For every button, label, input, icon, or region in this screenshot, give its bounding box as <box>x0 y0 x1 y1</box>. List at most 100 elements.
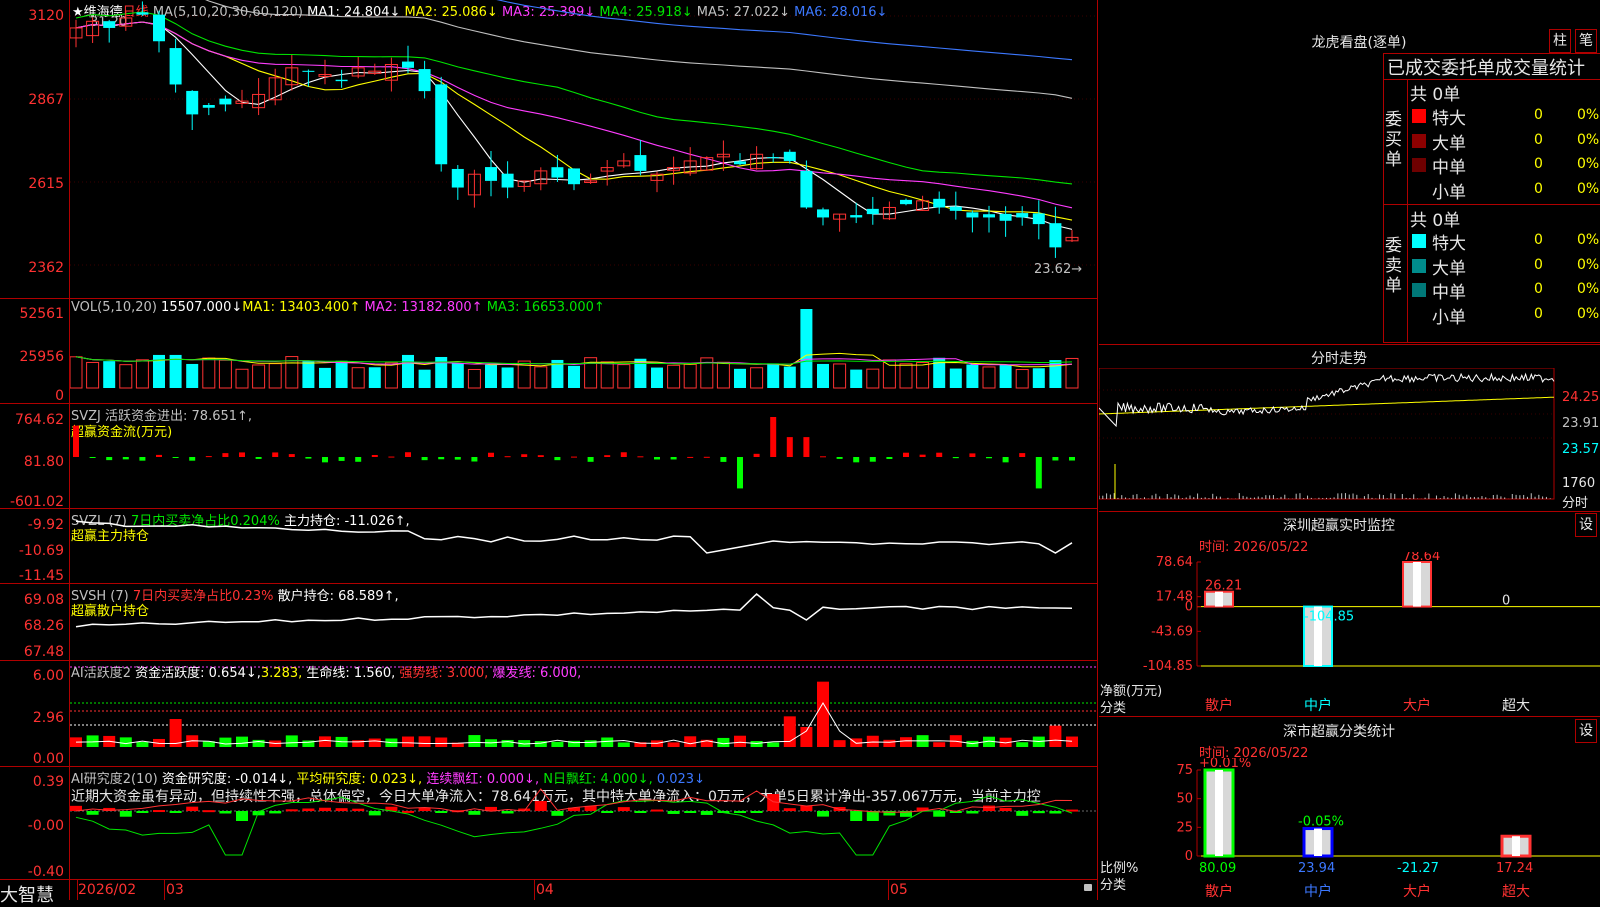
classify-bar-highlight <box>1215 770 1223 856</box>
activity-bar <box>501 739 514 747</box>
sz-monitor-bar-chart[interactable]: 78.6417.480-43.69-104.8526.21-104.8578.6… <box>1099 552 1600 714</box>
candle-down <box>999 213 1012 221</box>
sz-classify-bar-chart[interactable]: 75 50 25 0 80.09 +0.01% 23.94 -0.05% -21.27 17.24… <box>1099 758 1600 900</box>
fund-flow-bar <box>770 417 777 457</box>
ai-active-axis-label: 0.00 <box>32 751 64 767</box>
activity-bar <box>601 737 614 747</box>
sz-monitor-title: 深圳超赢实时监控 <box>1283 518 1395 534</box>
fund-flow-bar <box>571 456 577 458</box>
order-color-swatch <box>1412 133 1426 148</box>
candle-down <box>1049 223 1062 248</box>
fund-flow-bar <box>73 425 79 457</box>
research-bar <box>285 809 298 812</box>
fund-flow-bar <box>438 457 445 460</box>
ai-active-axis-label: 6.00 <box>32 668 64 684</box>
volume-bar <box>916 361 930 389</box>
intraday-chart[interactable] <box>1099 368 1559 510</box>
fund-flow-bar <box>869 457 876 462</box>
research-bar <box>219 811 232 814</box>
candle-down <box>551 167 564 178</box>
fund-flow-bar <box>587 457 594 462</box>
ai-research-axis-label: 0.39 <box>32 774 64 790</box>
right-panel: 龙虎看盘(逐单) 柱 笔 已成交委托单成交量统计 委买单 共 0单 委卖单 共 … <box>1099 0 1600 900</box>
volume-bar <box>402 354 414 388</box>
fund-flow-bar <box>537 455 544 457</box>
main-chart-area[interactable]: ★维海德日线 MA(5,10,20,30,60,120) MA1: 24.804… <box>0 0 1098 906</box>
svzj-axis-label: -601.02 <box>9 494 64 510</box>
research-bar <box>850 811 863 821</box>
order-color-swatch <box>1412 109 1426 123</box>
sz-classify-settings-button[interactable]: 设 <box>1575 719 1597 743</box>
lock-icon[interactable] <box>1084 884 1092 891</box>
order-row-label: 特大 <box>1432 234 1466 254</box>
volume-bar <box>1032 368 1045 388</box>
fund-flow-bar <box>820 456 826 458</box>
order-mode-button[interactable]: 笔 <box>1575 29 1597 53</box>
monitor-category-label: 散户 <box>1205 697 1233 714</box>
research-bar <box>169 811 182 813</box>
classify-value-label: 17.24 <box>1496 861 1533 876</box>
fund-flow-bar <box>89 457 96 458</box>
ai-research-chart[interactable] <box>70 767 1097 879</box>
candle-down <box>501 173 514 188</box>
fund-flow-bar <box>803 437 810 457</box>
activity-bar <box>734 735 746 747</box>
date-axis-label: 04 <box>536 882 554 898</box>
ma-line <box>496 0 1073 61</box>
volume-bar <box>485 364 497 388</box>
classify-bar-highlight <box>1512 836 1520 856</box>
fund-flow-bar <box>288 454 295 457</box>
order-row-percent: 0% <box>1577 256 1600 273</box>
volume-bar <box>119 364 133 389</box>
sz-monitor-settings-button[interactable]: 设 <box>1575 513 1597 537</box>
activity-bar <box>551 741 564 747</box>
research-bar <box>236 811 248 821</box>
classify-change-label: -0.05% <box>1298 815 1344 830</box>
order-row-count: 0 <box>1534 232 1543 248</box>
research-bar <box>435 811 448 813</box>
order-color-swatch <box>1412 307 1426 322</box>
activity-bar <box>900 737 912 747</box>
candle-down <box>136 12 149 15</box>
research-bar <box>352 808 365 811</box>
fund-flow-bar <box>405 452 411 457</box>
activity-bar <box>435 737 448 747</box>
price-axis-label: 3120 <box>28 8 64 24</box>
bar-mode-button[interactable]: 柱 <box>1549 29 1571 53</box>
svzj-bar-chart[interactable] <box>70 404 1097 508</box>
research-bar <box>983 805 995 811</box>
volume-bar <box>767 363 780 388</box>
classify-axis-label: 75 <box>1176 763 1193 778</box>
svsh-line-chart[interactable] <box>70 584 1097 660</box>
volume-bar <box>617 364 631 389</box>
price-axis-label: 2615 <box>28 176 64 192</box>
activity-bar <box>236 736 248 747</box>
fund-flow-bar <box>355 457 362 462</box>
classify-change-label: +0.01% <box>1199 758 1251 771</box>
fund-flow-bar <box>620 452 627 457</box>
ai-active-chart[interactable] <box>70 661 1097 766</box>
fund-flow-bar <box>156 454 162 457</box>
research-bar <box>734 811 746 813</box>
volume-chart[interactable] <box>70 299 1097 403</box>
fund-flow-bar <box>836 457 843 459</box>
candle-down <box>817 209 829 218</box>
intraday-price-label: 23.57 <box>1562 442 1600 457</box>
fund-flow-bar <box>504 456 511 458</box>
classify-category-label: 超大 <box>1502 884 1530 900</box>
svzl-line-chart[interactable] <box>70 509 1097 583</box>
candlestick-chart[interactable] <box>70 0 1097 298</box>
fund-flow-bar <box>521 454 528 457</box>
research-bar <box>634 811 647 813</box>
date-axis-label: 03 <box>166 882 184 898</box>
classify-value-label: -21.27 <box>1397 861 1439 876</box>
activity-bar <box>933 742 946 747</box>
fund-flow-bar <box>952 457 959 459</box>
volume-bar <box>999 364 1012 388</box>
candle-down <box>900 199 912 205</box>
research-bar <box>335 808 348 811</box>
intraday-volume-unit: 分时 <box>1562 496 1589 511</box>
monitor-axis-label: -104.85 <box>1143 659 1193 674</box>
research-bar <box>86 811 99 815</box>
monitor-value-label: 78.64 <box>1403 552 1440 564</box>
